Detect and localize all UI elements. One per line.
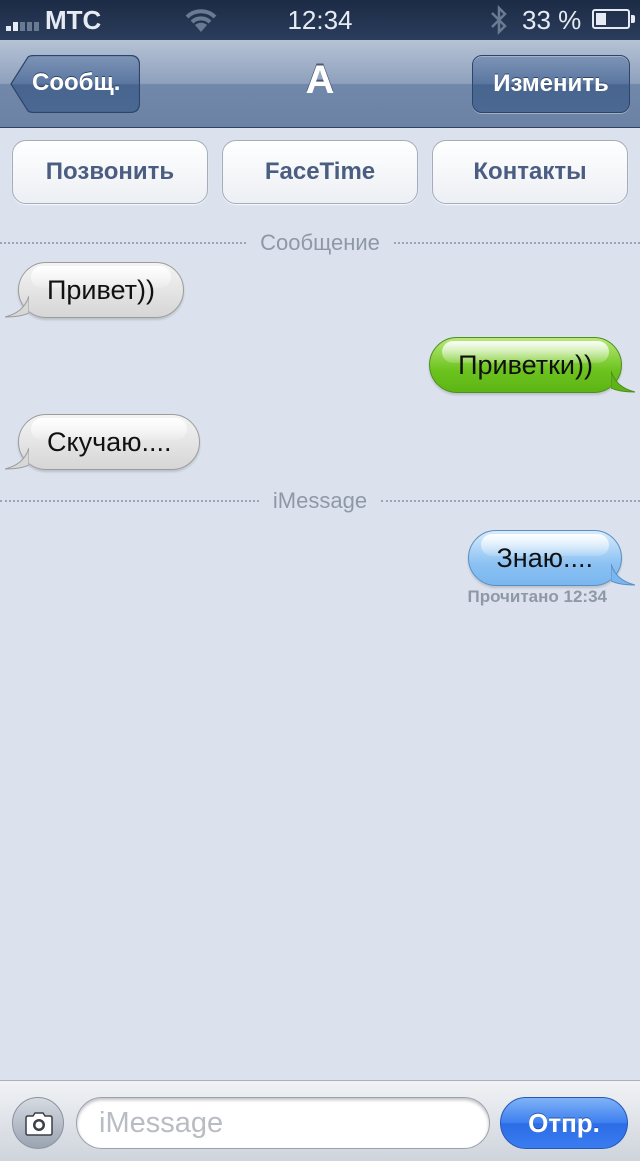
message-text: Приветки)) bbox=[458, 350, 593, 380]
edit-button[interactable]: Изменить bbox=[472, 55, 630, 113]
bluetooth-icon bbox=[491, 4, 507, 36]
camera-button[interactable] bbox=[12, 1097, 64, 1149]
bubble-tail bbox=[611, 370, 635, 393]
status-bar: МТС 12:34 33 % bbox=[0, 0, 640, 40]
facetime-button[interactable]: FaceTime bbox=[222, 140, 418, 204]
navigation-bar: Сообщ. А Изменить bbox=[0, 40, 640, 128]
battery-icon bbox=[592, 9, 635, 29]
battery-percent: 33 % bbox=[522, 5, 582, 35]
send-button[interactable]: Отпр. bbox=[500, 1097, 628, 1149]
message-text: Знаю.... bbox=[496, 543, 594, 573]
battery-fill bbox=[596, 13, 606, 25]
contacts-button[interactable]: Контакты bbox=[432, 140, 628, 204]
message-input[interactable] bbox=[76, 1097, 490, 1149]
message-bubble-incoming[interactable]: Скучаю.... bbox=[5, 414, 201, 470]
sms-divider: Сообщение bbox=[0, 228, 640, 258]
message-bubble-outgoing-sms[interactable]: Приветки)) bbox=[429, 337, 635, 393]
bubble-tail bbox=[611, 563, 635, 586]
message-bubble-incoming[interactable]: Привет)) bbox=[5, 262, 185, 318]
imessage-divider: iMessage bbox=[0, 486, 640, 516]
bubble-tail bbox=[5, 447, 29, 470]
message-text: Скучаю.... bbox=[47, 427, 172, 457]
imessage-divider-label: iMessage bbox=[272, 488, 368, 513]
message-bubble-outgoing-imessage[interactable]: Знаю.... bbox=[467, 530, 635, 586]
message-text: Привет)) bbox=[47, 275, 156, 305]
sms-divider-label: Сообщение bbox=[260, 230, 380, 255]
bubble-tail bbox=[5, 295, 29, 318]
call-button[interactable]: Позвонить bbox=[12, 140, 208, 204]
read-receipt: Прочитано 12:34 bbox=[467, 587, 607, 606]
message-composer: Отпр. bbox=[0, 1080, 640, 1161]
camera-icon bbox=[25, 1112, 53, 1136]
